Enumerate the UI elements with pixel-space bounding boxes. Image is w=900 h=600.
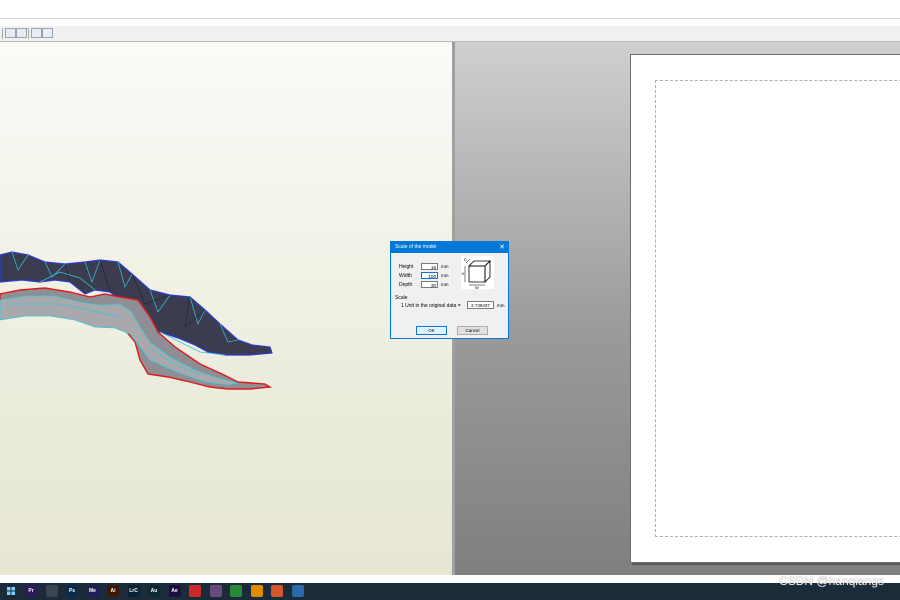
taskbar-media-encoder-icon[interactable]: Me xyxy=(86,585,99,597)
width-input[interactable]: 100 xyxy=(421,272,438,279)
scale-dialog: Scale of the model ✕ Height 16 mm Width … xyxy=(390,241,509,339)
depth-unit: mm xyxy=(441,282,449,287)
height-unit: mm xyxy=(441,264,449,269)
print-area-border xyxy=(655,80,900,537)
taskbar-after-effects-icon[interactable]: Ae xyxy=(168,585,181,597)
toolbar xyxy=(0,26,900,42)
taskbar-illustrator-icon[interactable]: Ai xyxy=(107,585,119,597)
taskbar-lightroom-classic-icon[interactable]: LrC xyxy=(127,585,140,597)
depth-input[interactable]: 30 xyxy=(421,281,438,288)
unfold-view-button[interactable] xyxy=(5,28,16,38)
paper-model-mesh xyxy=(0,251,273,390)
ok-button[interactable]: OK xyxy=(416,326,447,335)
scale-description: 1 Unit in the original data = xyxy=(401,303,461,309)
scale-section-label: Scale xyxy=(395,295,408,301)
height-label: Height xyxy=(399,264,414,270)
taskbar: Pr Ps Me Ai LrC Au Ae xyxy=(0,583,900,600)
taskbar-app-13-icon[interactable] xyxy=(271,585,283,597)
taskbar-vlc-icon[interactable] xyxy=(250,585,263,597)
illus-height-letter: H xyxy=(462,271,465,276)
width-unit: mm xyxy=(441,273,449,278)
taskbar-app-9-icon[interactable] xyxy=(189,585,201,597)
fit-to-window-button[interactable] xyxy=(31,28,42,38)
unfolded-2d-view[interactable] xyxy=(455,42,900,575)
status-strip xyxy=(0,575,900,583)
scale-unit: mm xyxy=(497,303,505,308)
menu-bar xyxy=(0,0,900,19)
depth-label: Depth xyxy=(399,282,413,288)
start-button[interactable] xyxy=(5,585,17,597)
unfold-view-button-2[interactable] xyxy=(16,28,27,38)
dialog-title: Scale of the model xyxy=(395,244,437,250)
taskbar-app-11-icon[interactable] xyxy=(230,585,242,597)
paper-sheet xyxy=(630,54,900,563)
close-icon[interactable]: ✕ xyxy=(499,242,505,253)
taskbar-premiere-pro-icon[interactable]: Pr xyxy=(25,585,37,597)
model-3d-view[interactable] xyxy=(0,42,452,575)
windows-icon xyxy=(7,587,15,595)
dimension-illustration: D H W xyxy=(461,256,494,290)
taskbar-app-3-icon[interactable] xyxy=(45,585,58,597)
taskbar-app-10-icon[interactable] xyxy=(209,585,222,597)
height-input[interactable]: 16 xyxy=(421,263,438,270)
taskbar-photoshop-icon[interactable]: Ps xyxy=(66,585,78,597)
dialog-title-bar[interactable]: Scale of the model ✕ xyxy=(391,242,508,253)
scale-input[interactable]: 2.739437 xyxy=(467,301,494,309)
toolbar-separator xyxy=(2,28,3,39)
width-label: Width xyxy=(399,273,412,279)
toolbar-separator xyxy=(28,28,29,39)
zoom-all-button[interactable] xyxy=(42,28,53,38)
cube-icon: D H W xyxy=(462,257,491,290)
watermark: CSDN @hanqiangs xyxy=(779,574,884,588)
illus-width-letter: W xyxy=(475,285,479,289)
taskbar-audition-icon[interactable]: Au xyxy=(148,585,160,597)
illus-depth-letter: D xyxy=(464,257,467,262)
cancel-button[interactable]: Cancel xyxy=(457,326,488,335)
taskbar-pepakura-icon[interactable] xyxy=(291,585,304,597)
